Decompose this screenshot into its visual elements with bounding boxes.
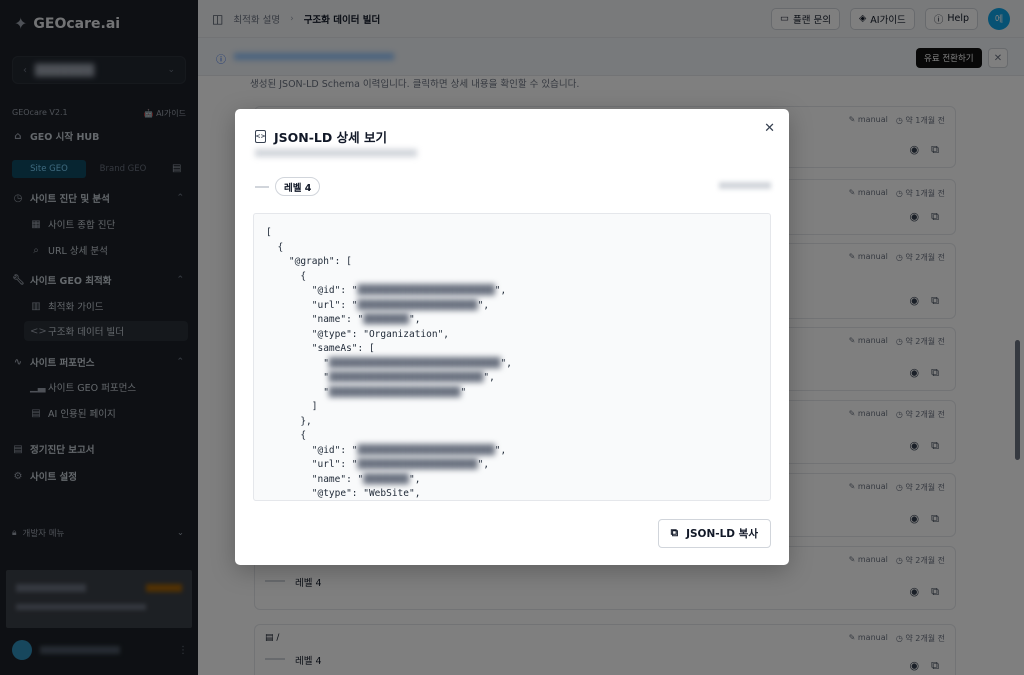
- copy-icon: ⧉: [670, 527, 679, 539]
- redacted-value: ████████: [363, 473, 409, 485]
- code-line: "@id": "████████████████████████",: [266, 285, 507, 296]
- code-line: "@id": "████████████████████████",: [266, 444, 507, 456]
- code-line: "██████████████████████████████",: [266, 357, 512, 369]
- level-indicator: [255, 186, 269, 188]
- code-line: "url": "█████████████████████",: [266, 299, 490, 311]
- jsonld-code: [ { "@graph": [ { "@id": "██████████████…: [266, 226, 770, 500]
- copy-jsonld-label: JSON-LD 복사: [686, 528, 758, 540]
- code-line: "url": "█████████████████████",: [266, 459, 490, 470]
- code-line: "sameAs": [: [266, 343, 375, 354]
- jsonld-code-block[interactable]: [ { "@graph": [ { "@id": "██████████████…: [253, 213, 771, 501]
- modal-title-text: JSON-LD 상세 보기: [274, 130, 387, 145]
- code-line: "@type": "WebSite",: [266, 488, 421, 499]
- modal-url-blurred: [255, 149, 417, 157]
- file-code-icon: <>: [255, 130, 266, 143]
- jsonld-detail-modal: <> JSON-LD 상세 보기 ✕ 레벨 4 [ { "@graph": [ …: [235, 109, 789, 565]
- code-line: {: [266, 430, 307, 441]
- code-line: "name": "████████",: [266, 314, 421, 325]
- code-line: "name": "████████",: [266, 473, 421, 485]
- code-line: "███████████████████████": [266, 386, 467, 398]
- code-line: ]: [266, 401, 318, 412]
- code-line: "███████████████████████████",: [266, 372, 495, 383]
- redacted-value: ████████: [363, 314, 409, 325]
- modal-title: <> JSON-LD 상세 보기: [255, 127, 387, 146]
- redacted-value: █████████████████████: [357, 299, 478, 311]
- redacted-value: ███████████████████████████: [328, 372, 484, 383]
- code-line: "@graph": [: [266, 256, 352, 267]
- code-line: },: [266, 415, 312, 427]
- code-line: {: [266, 270, 307, 282]
- code-line: {: [266, 241, 284, 253]
- redacted-value: █████████████████████: [357, 459, 478, 470]
- redacted-value: ██████████████████████████████: [328, 357, 501, 369]
- modal-close-button[interactable]: ✕: [764, 121, 775, 136]
- redacted-value: ████████████████████████: [357, 285, 495, 296]
- copy-jsonld-button[interactable]: ⧉ JSON-LD 복사: [657, 519, 771, 548]
- redacted-value: ████████████████████████: [357, 444, 495, 456]
- code-line: "@type": "Organization",: [266, 328, 450, 340]
- code-line: [: [266, 227, 272, 238]
- level-badge: 레벨 4: [275, 177, 321, 196]
- redacted-value: ███████████████████████: [328, 386, 461, 398]
- modal-date-blurred: [719, 182, 771, 189]
